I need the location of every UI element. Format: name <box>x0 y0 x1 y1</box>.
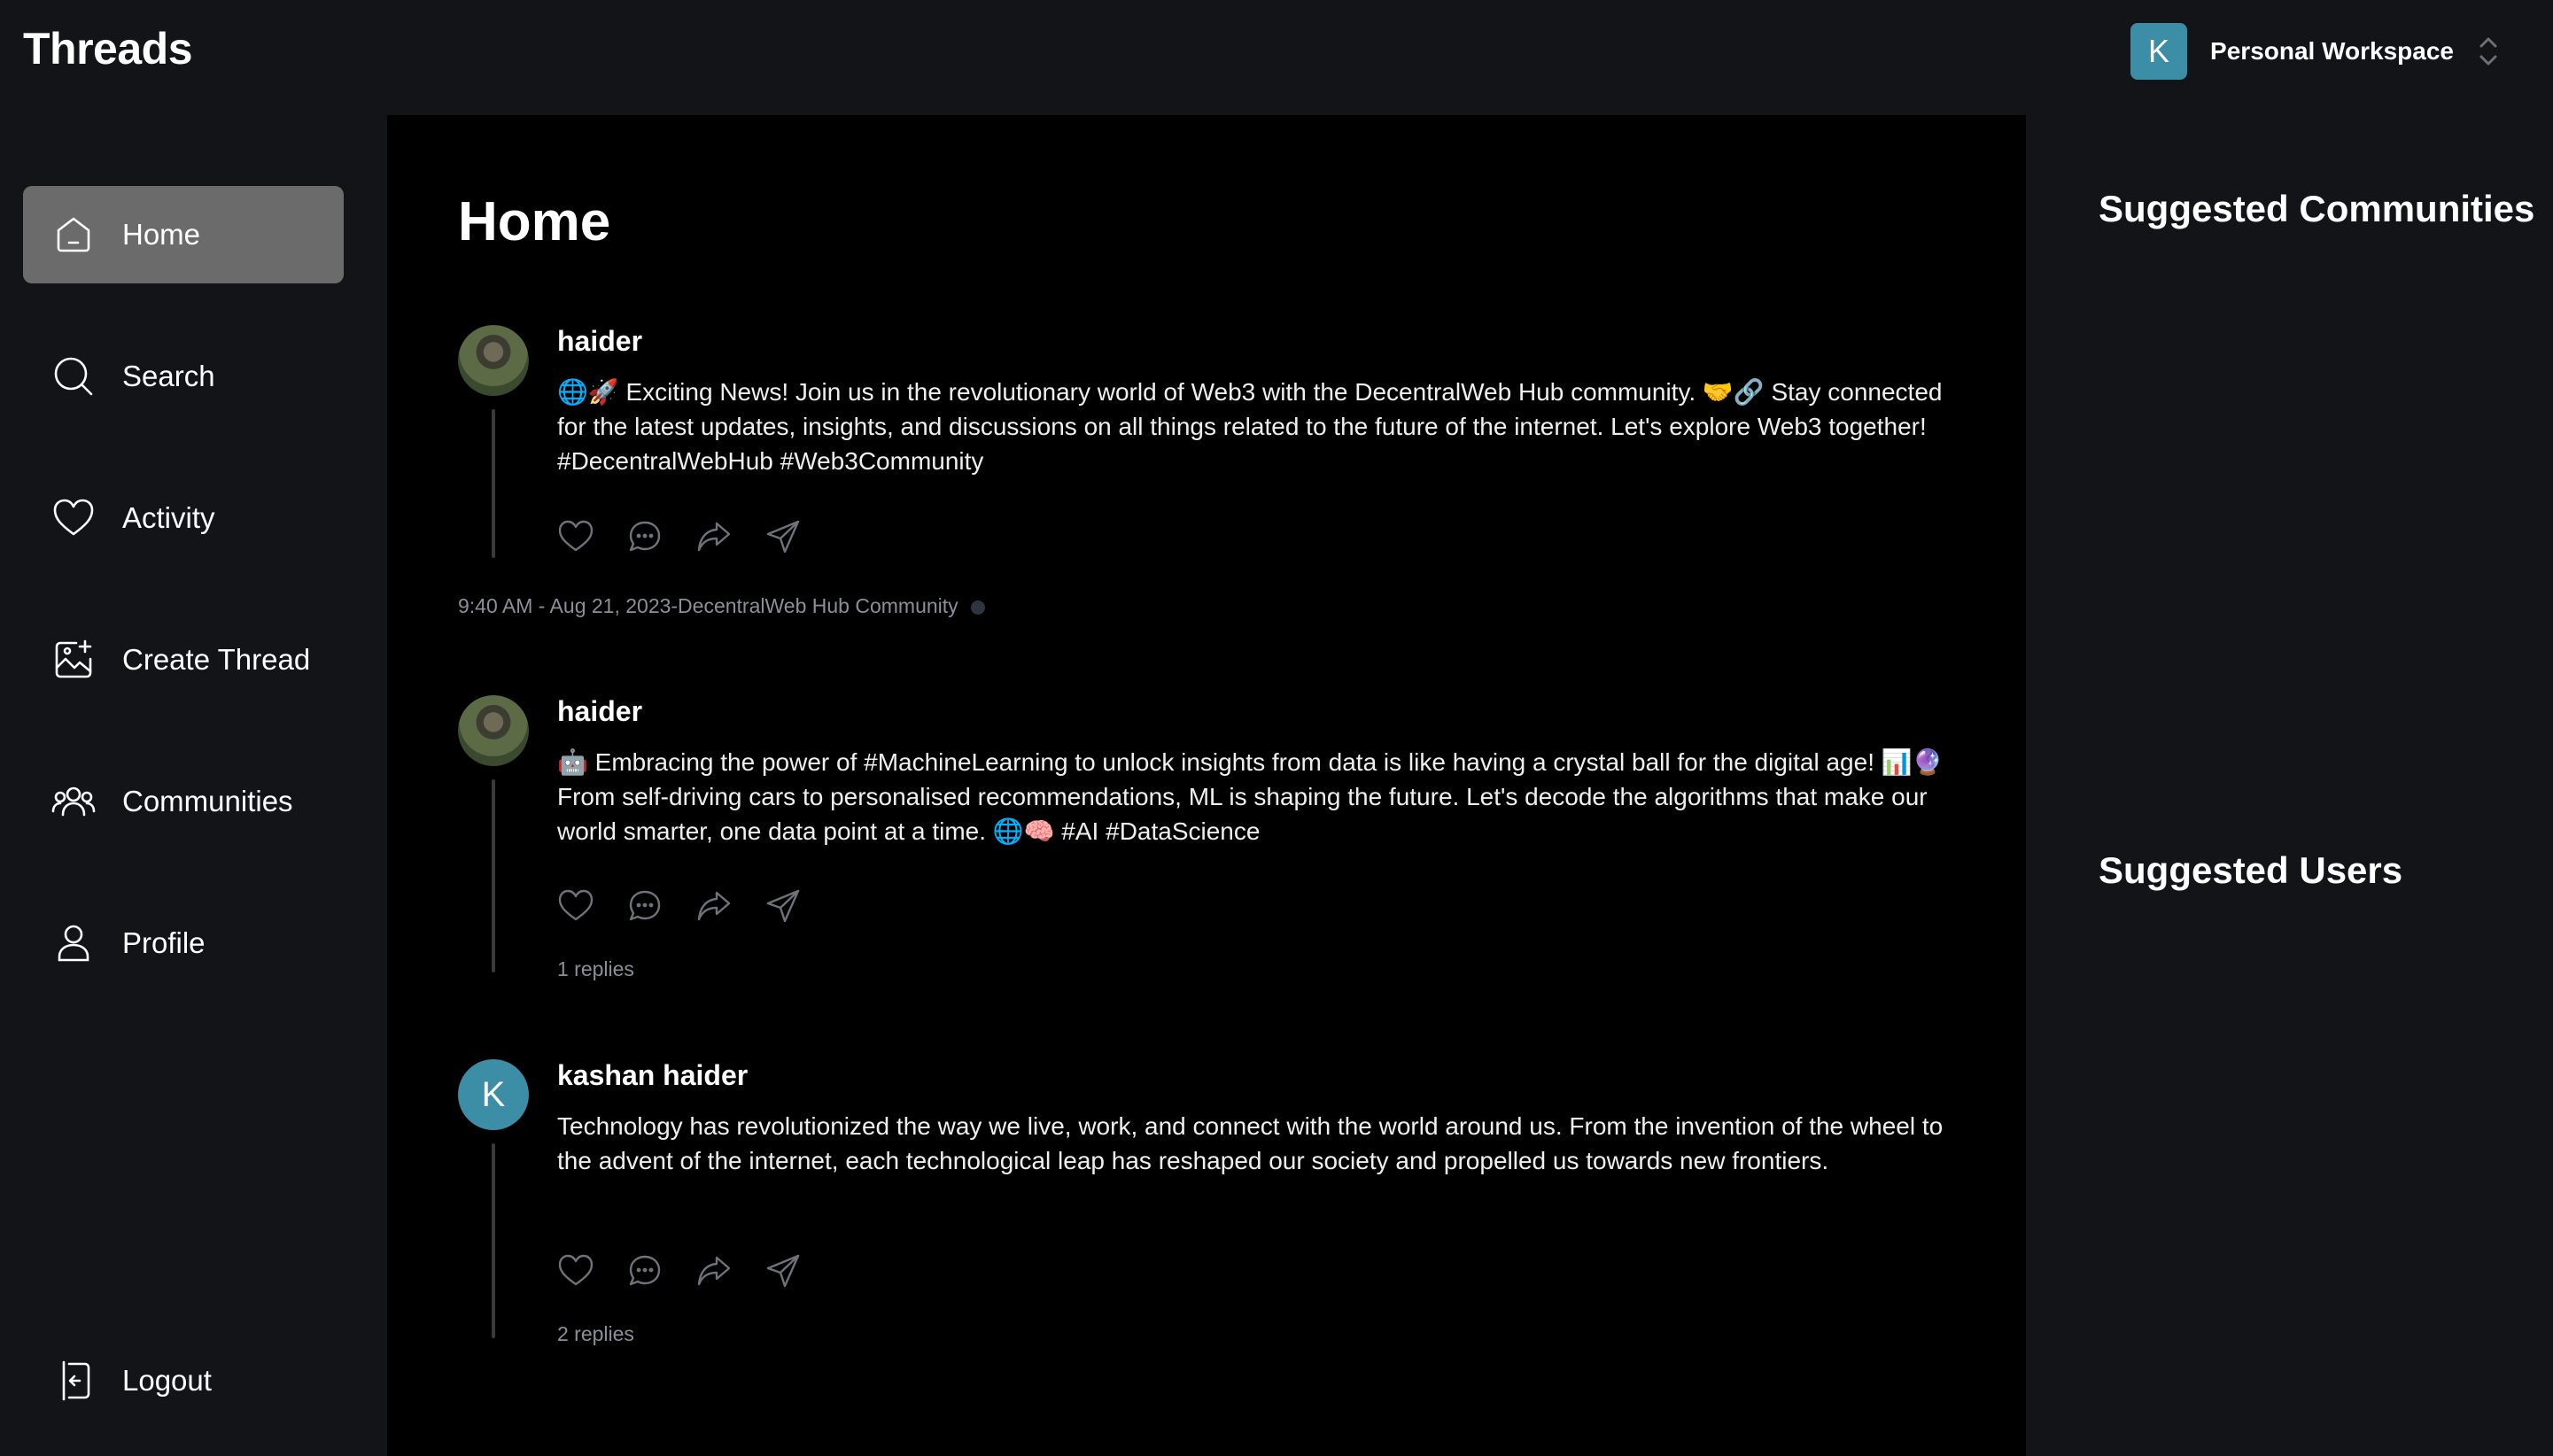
author-name[interactable]: haider <box>557 695 642 728</box>
create-thread-icon <box>55 639 92 678</box>
suggested-users-heading: Suggested Users <box>2099 849 2403 891</box>
main-feed: Home haider 🌐🚀 Exciting News! Join us in… <box>387 115 2026 1456</box>
top-bar: Threads K Personal Workspace <box>0 0 2553 115</box>
avatar[interactable] <box>458 695 529 766</box>
app-logo[interactable]: Threads <box>23 23 193 74</box>
replies-count[interactable]: 1 replies <box>557 957 634 981</box>
thread-actions <box>557 1252 802 1289</box>
sidebar-item-home[interactable]: Home <box>23 186 344 283</box>
sidebar-item-label: Communities <box>122 785 293 817</box>
page-title: Home <box>458 191 611 252</box>
sidebar-item-communities[interactable]: Communities <box>23 753 344 850</box>
heart-icon[interactable] <box>557 1252 594 1289</box>
thread-actions <box>557 518 802 555</box>
thread-line <box>492 779 495 972</box>
repost-icon[interactable] <box>695 887 733 925</box>
thread-content: 🤖 Embracing the power of #MachineLearnin… <box>557 748 1944 845</box>
thread-card: haider 🌐🚀 Exciting News! Join us in the … <box>458 325 1964 679</box>
search-icon <box>54 357 93 396</box>
chevron-up-down-icon <box>2479 37 2497 66</box>
thread-content: 🌐🚀 Exciting News! Join us in the revolut… <box>557 378 1943 475</box>
communities-icon <box>51 786 96 817</box>
logout-button[interactable]: Logout <box>23 1332 344 1429</box>
sidebar-item-label: Create Thread <box>122 643 311 676</box>
comment-icon[interactable] <box>626 518 663 555</box>
share-icon[interactable] <box>764 518 802 555</box>
workspace-avatar: K <box>2130 23 2188 80</box>
sidebar-item-create-thread[interactable]: Create Thread <box>23 611 344 709</box>
thread-card: haider 🤖 Embracing the power of #Machine… <box>458 695 1964 987</box>
author-name[interactable]: haider <box>557 325 642 358</box>
workspace-name: Personal Workspace <box>2210 37 2454 65</box>
right-sidebar: Suggested Communities Suggested Users <box>2026 115 2553 1456</box>
heart-icon[interactable] <box>557 518 594 555</box>
logout-icon <box>62 1360 90 1401</box>
profile-icon <box>58 925 89 962</box>
heart-icon[interactable] <box>557 887 594 925</box>
repost-icon[interactable] <box>695 1252 733 1289</box>
thread-line <box>492 1143 495 1338</box>
comment-icon[interactable] <box>626 1252 663 1289</box>
sidebar-item-label: Profile <box>122 926 206 959</box>
thread-content: Technology has revolutionized the way we… <box>557 1112 1944 1174</box>
thread-actions <box>557 887 802 925</box>
heart-icon <box>53 499 94 536</box>
avatar[interactable]: K <box>458 1059 529 1130</box>
replies-count[interactable]: 2 replies <box>557 1322 634 1346</box>
community-icon <box>971 600 986 615</box>
thread-line <box>492 409 495 558</box>
avatar[interactable] <box>458 325 529 396</box>
share-icon[interactable] <box>764 1252 802 1289</box>
sidebar-item-profile[interactable]: Profile <box>23 895 344 992</box>
suggested-communities-heading: Suggested Communities <box>2099 188 2535 229</box>
sidebar-item-search[interactable]: Search <box>23 328 344 425</box>
thread-card: K kashan haider Technology has revolutio… <box>458 1059 1964 1351</box>
left-sidebar: Home Search Activity Create Thread Commu… <box>0 115 387 1456</box>
share-icon[interactable] <box>764 887 802 925</box>
sidebar-item-label: Home <box>122 218 201 251</box>
sidebar-item-label: Search <box>122 360 215 392</box>
author-name[interactable]: kashan haider <box>557 1059 748 1092</box>
home-icon <box>57 217 90 252</box>
comment-icon[interactable] <box>626 887 663 925</box>
thread-meta-text: 9:40 AM - Aug 21, 2023-DecentralWeb Hub … <box>458 594 958 617</box>
logout-label: Logout <box>122 1364 212 1397</box>
sidebar-item-label: Activity <box>122 501 215 534</box>
repost-icon[interactable] <box>695 518 733 555</box>
sidebar-item-activity[interactable]: Activity <box>23 469 344 567</box>
workspace-switcher[interactable]: K Personal Workspace <box>2130 23 2500 80</box>
thread-meta[interactable]: 9:40 AM - Aug 21, 2023-DecentralWeb Hub … <box>458 594 986 618</box>
